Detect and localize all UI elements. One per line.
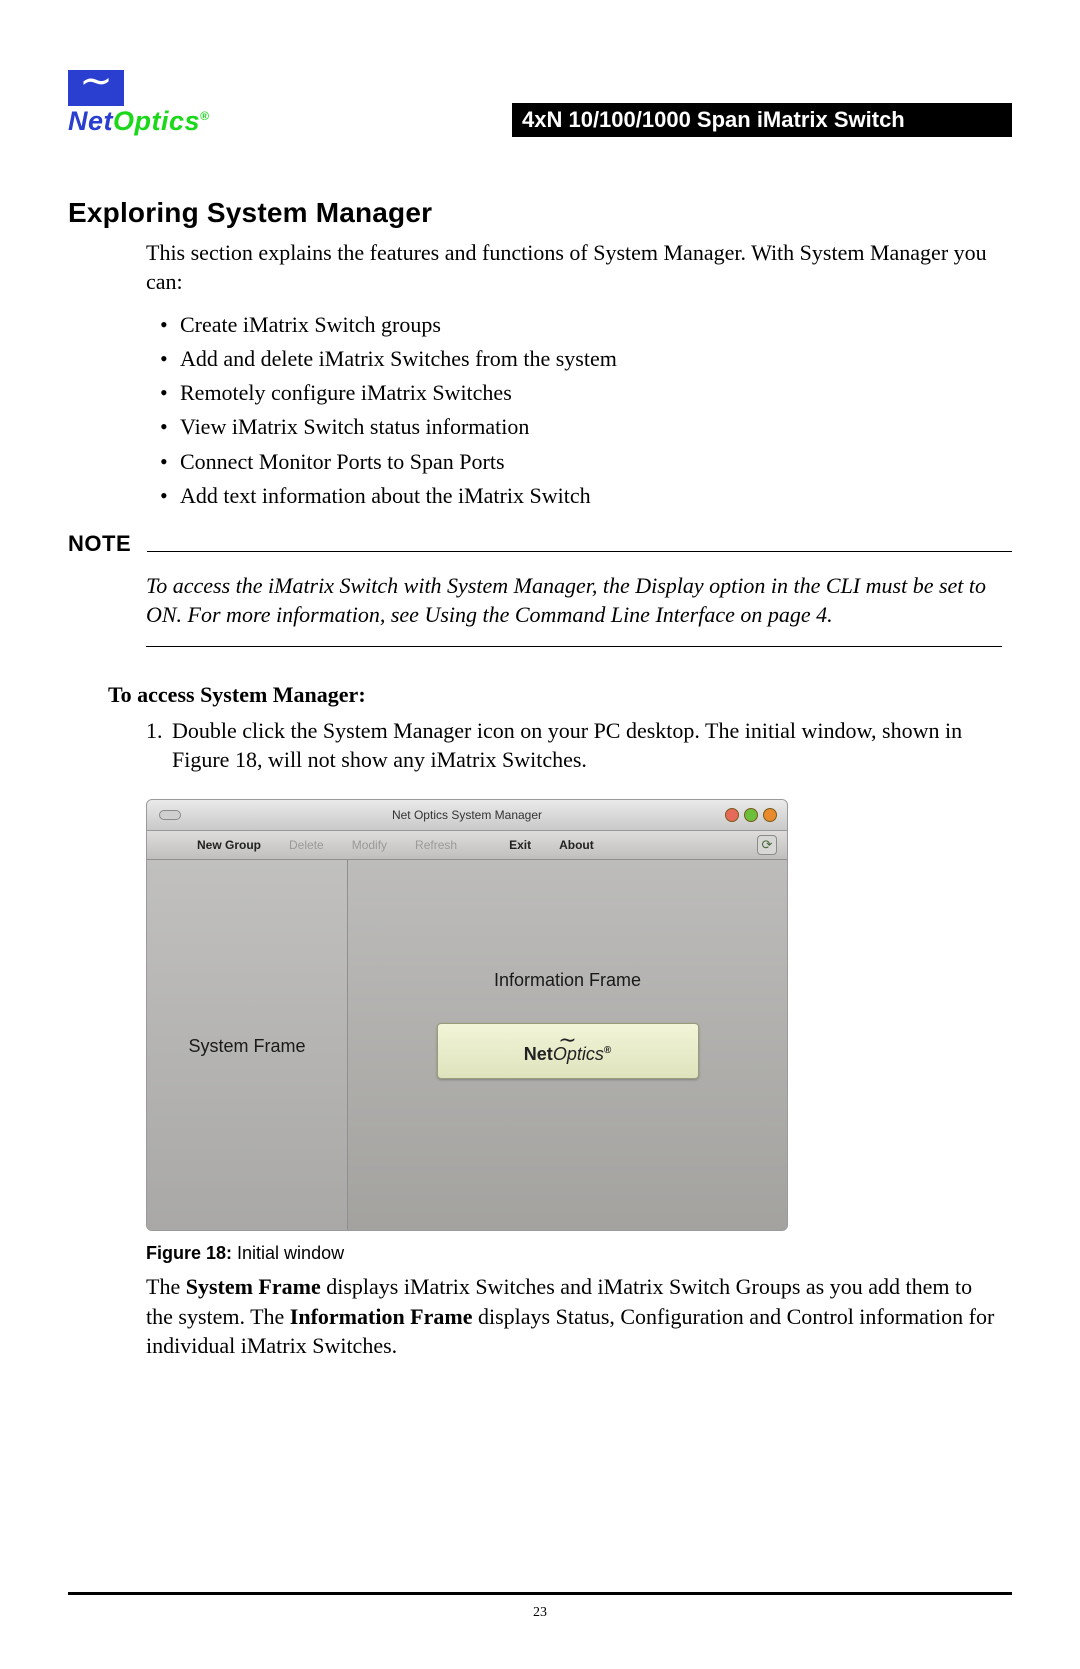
badge-net: Net [524, 1044, 553, 1064]
steps-wrap: Double click the System Manager icon on … [146, 716, 1002, 1361]
app-body: System Frame Information Frame ∼ NetOpti… [147, 860, 787, 1231]
delete-button[interactable]: Delete [289, 838, 324, 852]
reload-icon[interactable]: ⟳ [757, 835, 777, 855]
badge-optics: Optics [553, 1044, 604, 1064]
refresh-button[interactable]: Refresh [415, 838, 457, 852]
logo-net: Net [68, 106, 113, 136]
system-frame-label: System Frame [188, 1036, 305, 1057]
figure-caption-number: Figure 18: [146, 1243, 232, 1263]
intro-paragraph: This section explains the features and f… [146, 239, 1002, 296]
section-body: This section explains the features and f… [146, 239, 1002, 513]
window-handle-icon [159, 810, 181, 820]
information-frame-panel: Information Frame ∼ NetOptics® [348, 860, 787, 1231]
feature-list: Create iMatrix Switch groups Add and del… [146, 308, 1002, 513]
system-manager-window: Net Optics System Manager New Group Dele… [146, 799, 788, 1231]
access-heading: To access System Manager: [108, 681, 1002, 710]
window-buttons [725, 808, 777, 822]
toolbar: New Group Delete Modify Refresh Exit Abo… [147, 831, 787, 860]
tilde-icon: ∼ [558, 1037, 576, 1044]
window-titlebar: Net Optics System Manager [147, 800, 787, 831]
page: ∼ NetOptics® 4xN 10/100/1000 Span iMatri… [0, 0, 1080, 1669]
netoptics-badge: ∼ NetOptics® [437, 1023, 699, 1079]
page-number: 23 [0, 1605, 1080, 1621]
list-item: View iMatrix Switch status information [146, 410, 1002, 444]
information-frame-term: Information Frame [290, 1304, 473, 1329]
product-title-bar: 4xN 10/100/1000 Span iMatrix Switch [512, 103, 1012, 137]
figure-18: Net Optics System Manager New Group Dele… [146, 799, 1002, 1264]
footer-rule [68, 1592, 1012, 1595]
list-item: Add and delete iMatrix Switches from the… [146, 342, 1002, 376]
text-fragment: The [146, 1274, 186, 1299]
minimize-icon[interactable] [744, 808, 758, 822]
exit-button[interactable]: Exit [509, 838, 531, 852]
system-frame-term: System Frame [186, 1274, 321, 1299]
figure-caption-text: Initial window [232, 1243, 344, 1263]
list-item: Remotely configure iMatrix Switches [146, 376, 1002, 410]
steps-list: Double click the System Manager icon on … [146, 716, 1002, 775]
modify-button[interactable]: Modify [352, 838, 387, 852]
system-frame-panel: System Frame [147, 860, 348, 1231]
note-text: To access the iMatrix Switch with System… [146, 571, 1002, 630]
information-frame-label: Information Frame [494, 970, 641, 991]
page-header: ∼ NetOptics® 4xN 10/100/1000 Span iMatri… [68, 70, 1012, 137]
close-icon[interactable] [725, 808, 739, 822]
note-label: Note [68, 531, 131, 557]
about-button[interactable]: About [559, 838, 594, 852]
note-bottom-rule [146, 646, 1002, 647]
after-figure-paragraph: The System Frame displays iMatrix Switch… [146, 1272, 1002, 1361]
note-body: To access the iMatrix Switch with System… [146, 571, 1002, 630]
list-item: Create iMatrix Switch groups [146, 308, 1002, 342]
tilde-icon: ∼ [68, 70, 124, 106]
logo-text: NetOptics® [68, 106, 209, 137]
zoom-icon[interactable] [763, 808, 777, 822]
access-section: To access System Manager: [108, 681, 1002, 710]
window-title: Net Optics System Manager [392, 808, 542, 822]
list-item: Connect Monitor Ports to Span Ports [146, 445, 1002, 479]
note-heading-row: Note [68, 531, 1012, 557]
figure-caption: Figure 18: Initial window [146, 1243, 1002, 1264]
list-item: Add text information about the iMatrix S… [146, 479, 1002, 513]
badge-brand: NetOptics® [524, 1044, 611, 1065]
logo-optics: Optics® [113, 106, 209, 136]
note-top-rule [147, 551, 1012, 552]
new-group-button[interactable]: New Group [197, 838, 261, 852]
step-item: Double click the System Manager icon on … [168, 716, 1002, 775]
section-title: Exploring System Manager [68, 197, 1012, 229]
netoptics-logo: ∼ NetOptics® [68, 70, 209, 137]
